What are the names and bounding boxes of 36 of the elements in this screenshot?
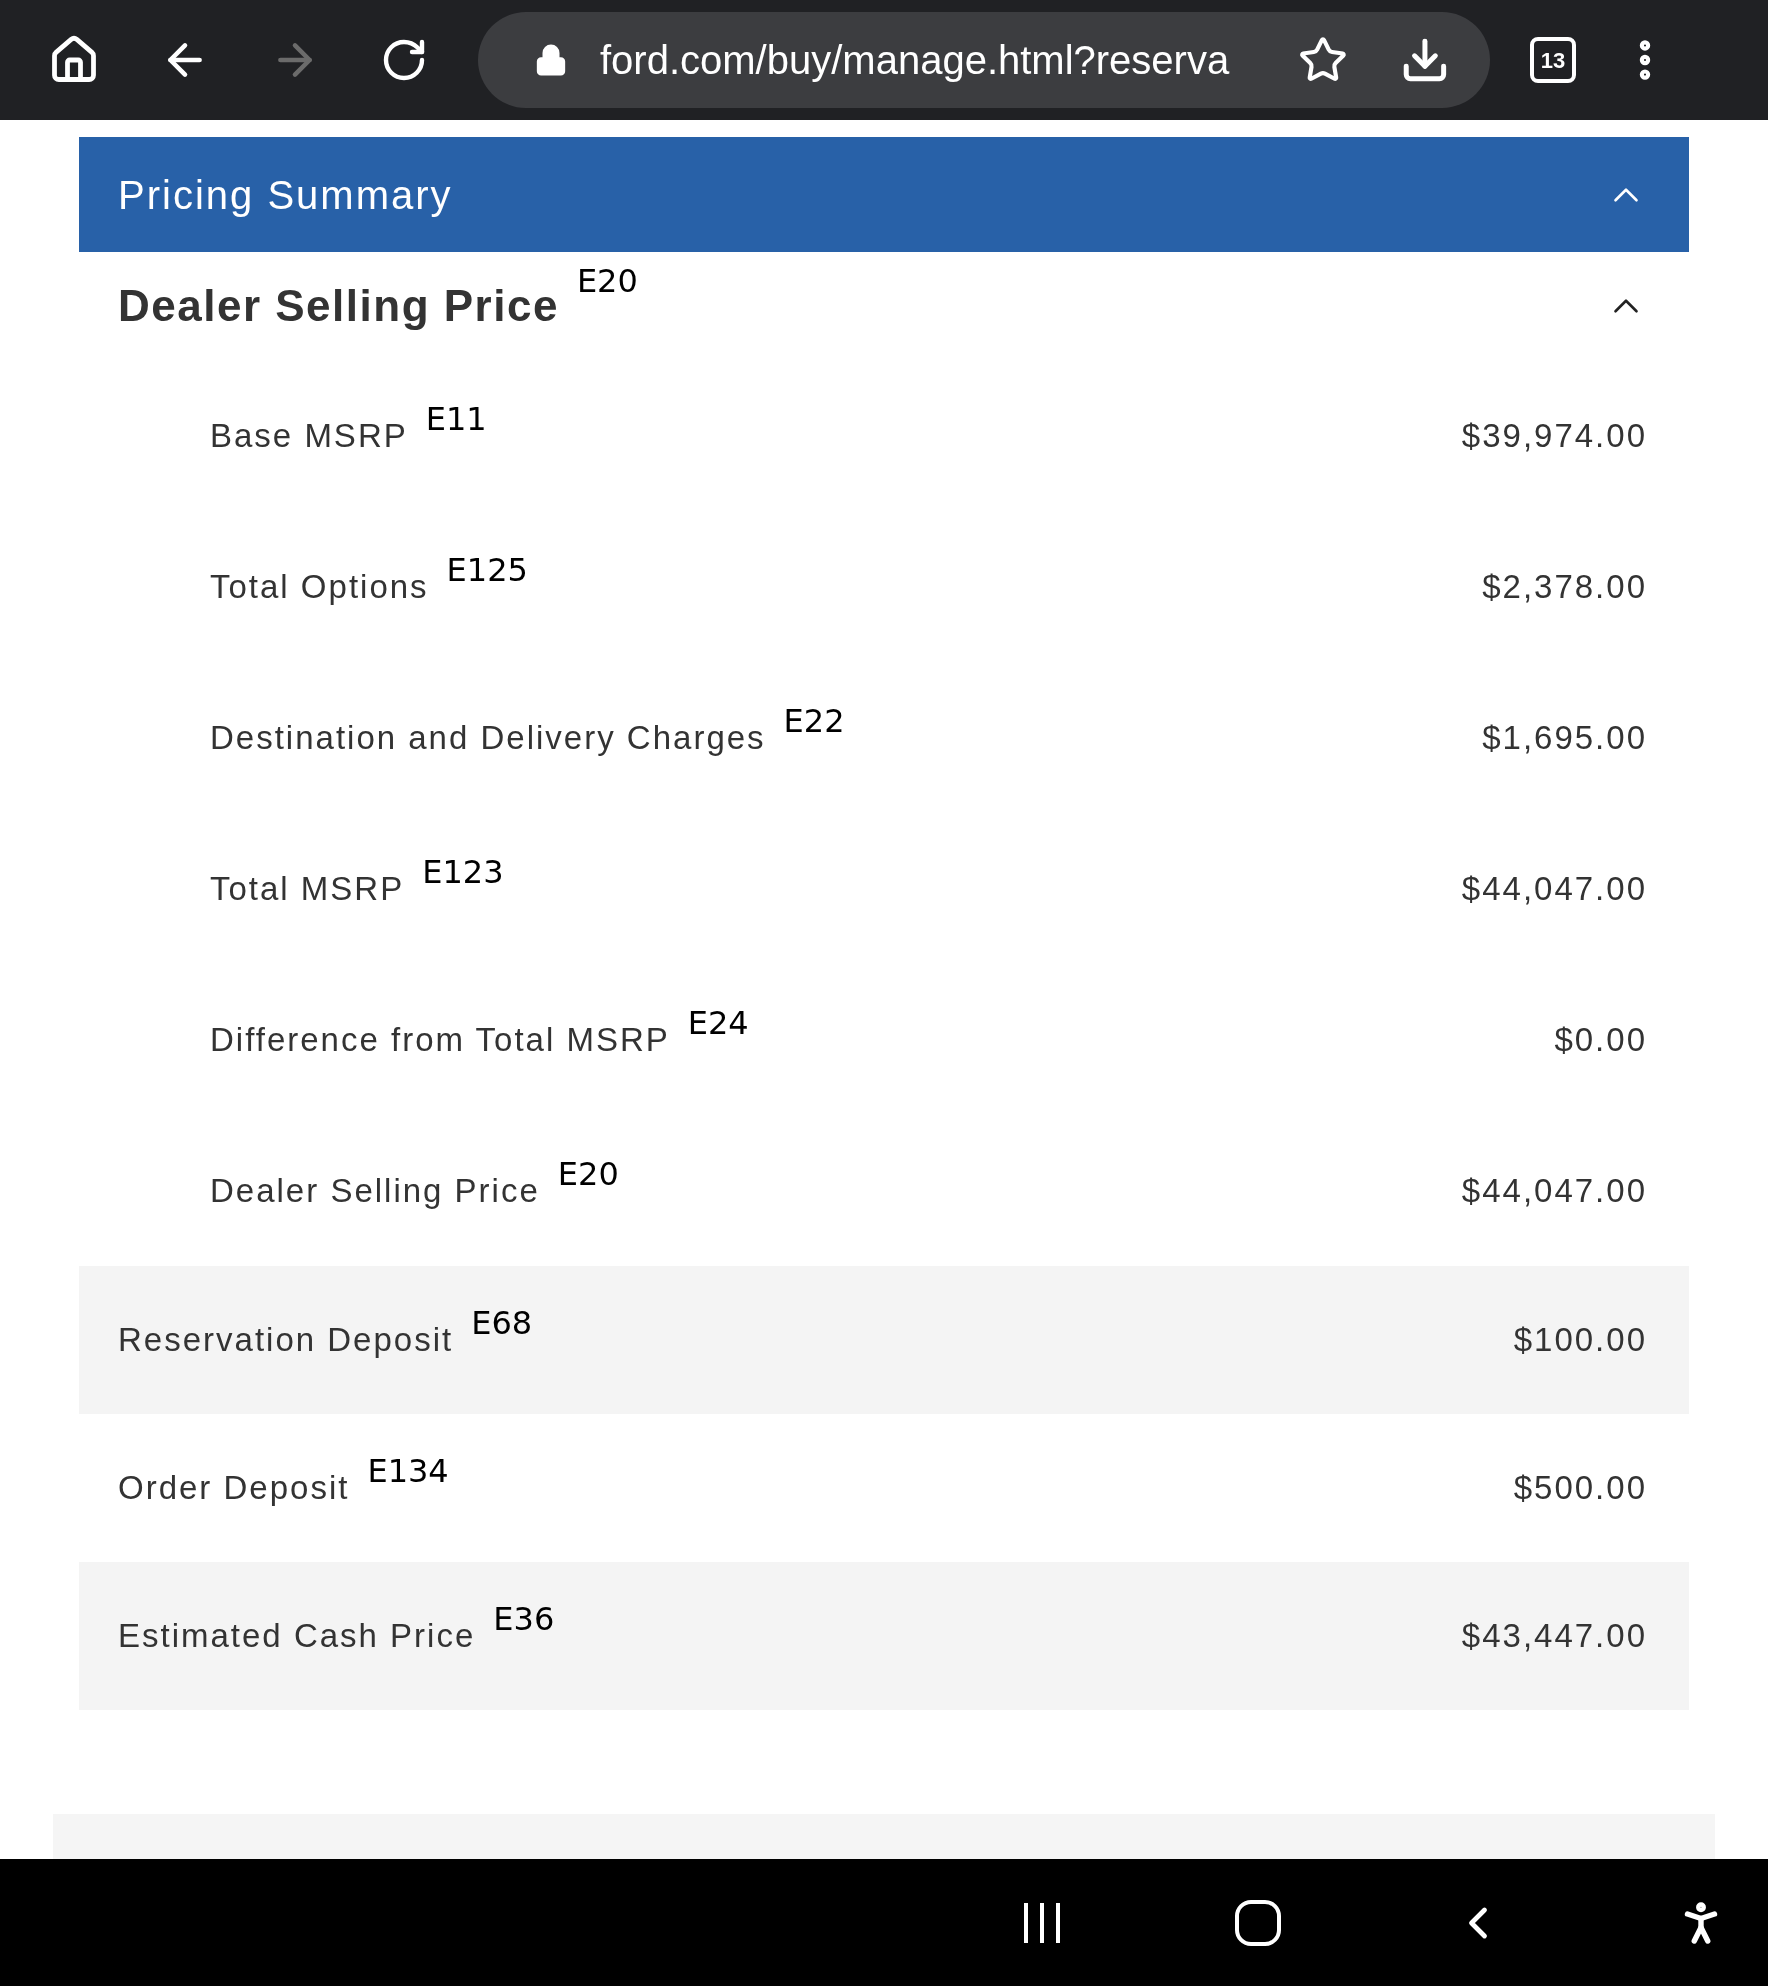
price-amount: $1,695.00 — [1482, 717, 1647, 758]
price-amount: $43,447.00 — [1461, 1616, 1647, 1657]
footnote-mark: E20 — [576, 265, 638, 297]
footnote-mark: E24 — [687, 1006, 749, 1039]
price-amount: $100.00 — [1513, 1320, 1647, 1361]
footnote-mark: E11 — [425, 402, 487, 435]
footnote-mark: E123 — [422, 855, 504, 888]
pricing-summary-header[interactable]: Pricing Summary — [79, 137, 1689, 252]
footnote-mark: E125 — [446, 553, 528, 586]
footnote-mark: E20 — [557, 1157, 619, 1190]
footnote-mark: E36 — [493, 1603, 555, 1636]
price-label: Estimated Cash Price — [118, 1616, 476, 1657]
address-bar[interactable]: ford.com/buy/manage.html?reserva — [478, 12, 1490, 108]
subsection-title: Dealer Selling Price — [118, 280, 559, 332]
price-label: Reservation Deposit — [118, 1320, 454, 1361]
price-amount: $500.00 — [1513, 1468, 1647, 1509]
price-amount: $39,974.00 — [1461, 415, 1647, 456]
footnote-mark: E134 — [367, 1455, 449, 1488]
url-text: ford.com/buy/manage.html?reserva — [600, 37, 1231, 84]
price-amount: $0.00 — [1554, 1019, 1647, 1060]
price-label: Dealer Selling Price — [210, 1170, 540, 1211]
price-label: Base MSRP — [210, 415, 408, 456]
price-label: Destination and Delivery Charges — [210, 717, 766, 758]
price-label: Total MSRP — [210, 868, 405, 909]
home-button-icon[interactable] — [1234, 1898, 1282, 1947]
price-amount: $2,378.00 — [1482, 566, 1647, 607]
price-label: Difference from Total MSRP — [210, 1019, 670, 1060]
lock-icon — [534, 43, 568, 77]
price-amount: $44,047.00 — [1461, 868, 1647, 909]
price-label: Total Options — [210, 566, 429, 607]
price-label: Order Deposit — [118, 1468, 350, 1509]
footnote-mark: E22 — [783, 704, 845, 737]
tab-count[interactable]: 13 — [1530, 37, 1576, 83]
price-amount: $44,047.00 — [1461, 1170, 1647, 1211]
section-title: Pricing Summary — [118, 171, 453, 219]
footnote-mark: E68 — [471, 1307, 533, 1340]
